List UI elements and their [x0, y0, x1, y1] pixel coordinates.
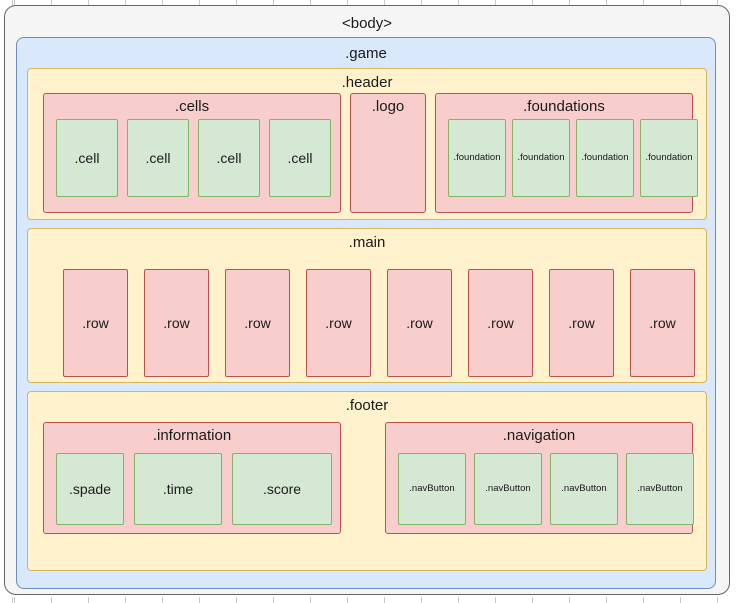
navigation-label: .navigation	[386, 428, 692, 443]
information-label: .information	[44, 428, 340, 443]
body-container: <body> .game .header .cells .cell .cell …	[4, 5, 730, 595]
foundation-label: .foundation	[513, 153, 569, 163]
information-container: .information .spade .time .score	[43, 422, 341, 534]
row-label: .row	[145, 316, 208, 330]
row-box[interactable]: .row	[387, 269, 452, 377]
row-box[interactable]: .row	[144, 269, 209, 377]
cell-label: .cell	[270, 151, 330, 165]
row-box[interactable]: .row	[630, 269, 695, 377]
navigation-container: .navigation .navButton .navButton .navBu…	[385, 422, 693, 534]
row-label: .row	[307, 316, 370, 330]
nav-button-label: .navButton	[551, 484, 617, 494]
foundation-label: .foundation	[449, 153, 505, 163]
logo-label: .logo	[351, 99, 425, 114]
header-label: .header	[28, 75, 706, 90]
cell-box[interactable]: .cell	[56, 119, 118, 197]
nav-button-box[interactable]: .navButton	[474, 453, 542, 525]
footer-container: .footer .information .spade .time .score…	[27, 391, 707, 571]
row-box[interactable]: .row	[549, 269, 614, 377]
nav-button-label: .navButton	[399, 484, 465, 494]
time-label: .time	[135, 482, 221, 496]
foundation-box[interactable]: .foundation	[512, 119, 570, 197]
cell-box[interactable]: .cell	[198, 119, 260, 197]
ruler-bottom	[0, 597, 742, 603]
row-box[interactable]: .row	[306, 269, 371, 377]
foundations-label: .foundations	[436, 99, 692, 114]
score-label: .score	[233, 482, 331, 496]
row-box[interactable]: .row	[468, 269, 533, 377]
spade-box[interactable]: .spade	[56, 453, 124, 525]
row-label: .row	[64, 316, 127, 330]
cell-box[interactable]: .cell	[127, 119, 189, 197]
row-label: .row	[631, 316, 694, 330]
time-box[interactable]: .time	[134, 453, 222, 525]
foundation-box[interactable]: .foundation	[448, 119, 506, 197]
logo-container: .logo	[350, 93, 426, 213]
cells-label: .cells	[44, 99, 340, 114]
body-label: <body>	[5, 16, 729, 31]
foundation-label: .foundation	[641, 153, 697, 163]
cell-label: .cell	[128, 151, 188, 165]
row-label: .row	[550, 316, 613, 330]
cell-box[interactable]: .cell	[269, 119, 331, 197]
score-box[interactable]: .score	[232, 453, 332, 525]
nav-button-label: .navButton	[627, 484, 693, 494]
foundation-box[interactable]: .foundation	[640, 119, 698, 197]
nav-button-box[interactable]: .navButton	[626, 453, 694, 525]
row-label: .row	[388, 316, 451, 330]
row-label: .row	[226, 316, 289, 330]
cell-label: .cell	[199, 151, 259, 165]
foundations-container: .foundations .foundation .foundation .fo…	[435, 93, 693, 213]
cell-label: .cell	[57, 151, 117, 165]
nav-button-box[interactable]: .navButton	[550, 453, 618, 525]
row-box[interactable]: .row	[63, 269, 128, 377]
row-box[interactable]: .row	[225, 269, 290, 377]
game-label: .game	[17, 46, 715, 61]
spade-label: .spade	[57, 482, 123, 496]
row-label: .row	[469, 316, 532, 330]
nav-button-box[interactable]: .navButton	[398, 453, 466, 525]
foundation-label: .foundation	[577, 153, 633, 163]
footer-label: .footer	[28, 398, 706, 413]
cells-container: .cells .cell .cell .cell .cell	[43, 93, 341, 213]
foundation-box[interactable]: .foundation	[576, 119, 634, 197]
header-container: .header .cells .cell .cell .cell .cell .…	[27, 68, 707, 220]
game-container: .game .header .cells .cell .cell .cell .…	[16, 37, 716, 589]
main-label: .main	[28, 235, 706, 250]
nav-button-label: .navButton	[475, 484, 541, 494]
main-container: .main .row .row .row .row .row .row .row	[27, 228, 707, 383]
